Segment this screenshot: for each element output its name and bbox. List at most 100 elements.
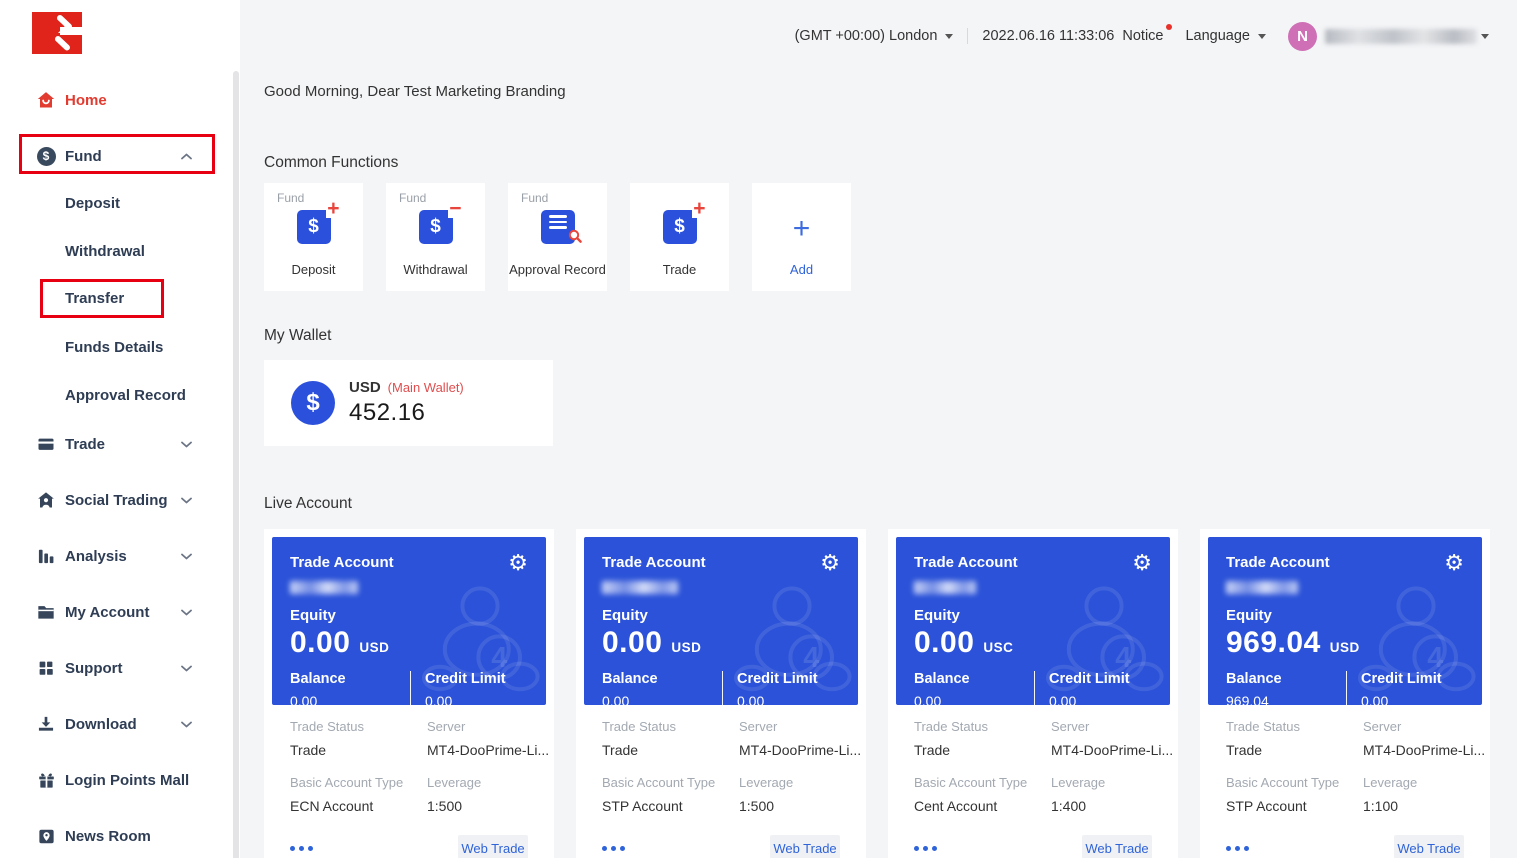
plus-badge-icon: + [326, 200, 340, 218]
account-card-body: Trade Status Trade Server MT4-DooPrime-Li.… [272, 705, 546, 858]
timezone-label: (GMT +00:00) London [795, 28, 938, 44]
function-card-approval-record[interactable]: Fund Approval Record [508, 183, 607, 291]
more-options-icon[interactable] [602, 846, 625, 851]
more-options-icon[interactable] [1226, 846, 1249, 851]
timezone-selector[interactable]: (GMT +00:00) London [795, 28, 954, 44]
equity-value: 969.04 [1226, 626, 1321, 660]
topbar: (GMT +00:00) London 2022.06.16 11:33:06 … [795, 20, 1489, 52]
sub-item-label: Deposit [65, 195, 120, 212]
home-icon [36, 90, 56, 110]
card-label: Deposit [264, 262, 363, 277]
sidebar-item-funds-details[interactable]: Funds Details [65, 327, 163, 367]
equity-value: 0.00 [290, 626, 350, 660]
credit-limit-label: Credit Limit [737, 671, 818, 687]
leverage-label: Leverage [1363, 775, 1464, 790]
brand-logo-icon[interactable] [32, 12, 82, 59]
account-card-body: Trade StatusTrade ServerMT4-DooPrime-Li.… [584, 705, 858, 858]
account-type-label: Basic Account Type [914, 775, 1051, 790]
sidebar-item-support[interactable]: Support [0, 644, 232, 692]
card-category: Fund [277, 191, 304, 205]
card-category: Fund [521, 191, 548, 205]
web-trade-button[interactable]: Web Trade [770, 835, 840, 858]
web-trade-button[interactable]: Web Trade [1082, 835, 1152, 858]
function-card-withdrawal[interactable]: Fund $− Withdrawal [386, 183, 485, 291]
sidebar-item-download[interactable]: Download [0, 700, 232, 748]
sidebar-item-fund[interactable]: $ Fund [0, 132, 232, 180]
trade-status-value: Trade [290, 742, 427, 758]
sidebar-item-analysis[interactable]: Analysis [0, 532, 232, 580]
trade-account-card: Trade Account ⚙ Equity 0.00 USD Balance … [264, 529, 554, 858]
card-label: Approval Record [508, 262, 607, 277]
user-menu[interactable] [1325, 29, 1489, 44]
trade-status-label: Trade Status [290, 719, 427, 734]
trade-account-title: Trade Account [1226, 554, 1330, 571]
sidebar-item-home[interactable]: Home [0, 76, 232, 124]
sidebar-item-social-trading[interactable]: Social Trading [0, 476, 232, 524]
download-icon [36, 714, 56, 734]
trade-fund-icon: $+ [663, 210, 697, 244]
news-room-pin-icon [36, 826, 56, 846]
username-redacted [1325, 29, 1477, 44]
server-label: Server [1051, 719, 1173, 734]
wallet-tag: (Main Wallet) [388, 380, 464, 395]
chevron-up-icon [181, 147, 192, 165]
chevron-down-icon [181, 435, 192, 453]
account-card-body: Trade StatusTrade ServerMT4-DooPrime-Li.… [896, 705, 1170, 858]
function-card-deposit[interactable]: Fund $+ Deposit [264, 183, 363, 291]
trade-account-title: Trade Account [914, 554, 1018, 571]
sidebar-item-label: My Account [65, 604, 149, 621]
sidebar-item-transfer[interactable]: Transfer [65, 278, 124, 318]
sidebar-item-label: News Room [65, 828, 151, 845]
chevron-down-icon [181, 659, 192, 677]
avatar[interactable]: N [1288, 22, 1317, 51]
sidebar-item-label: Trade [65, 436, 105, 453]
trade-status-value: Trade [1226, 742, 1363, 758]
credit-limit-label: Credit Limit [1361, 671, 1442, 687]
account-number-redacted [290, 581, 358, 594]
account-type-label: Basic Account Type [1226, 775, 1363, 790]
svg-text:4: 4 [1115, 642, 1131, 674]
function-card-trade[interactable]: $+ Trade [630, 183, 729, 291]
gift-icon [36, 770, 56, 790]
more-options-icon[interactable] [914, 846, 937, 851]
divider [410, 671, 411, 705]
balance-value: 0.00 [914, 693, 1034, 705]
sidebar-item-approval-record[interactable]: Approval Record [65, 375, 186, 415]
equity-currency: USD [671, 640, 701, 655]
sidebar-item-login-points-mall[interactable]: Login Points Mall [0, 756, 232, 804]
function-card-add[interactable]: + Add [752, 183, 851, 291]
card-label: Withdrawal [386, 262, 485, 277]
dashboard-page: Home $ Fund Deposit Withdrawal Transfer … [0, 0, 1517, 858]
wallet-balance: 452.16 [349, 399, 464, 427]
sidebar-item-trade[interactable]: Trade [0, 420, 232, 468]
sidebar-scrollbar[interactable] [233, 71, 239, 858]
account-type-value: Cent Account [914, 798, 1051, 814]
server-label: Server [427, 719, 549, 734]
live-account-row: Trade Account ⚙ Equity 0.00 USD Balance … [264, 529, 1490, 858]
account-type-value: ECN Account [290, 798, 427, 814]
server-value: MT4-DooPrime-Li... [1363, 742, 1485, 758]
chevron-down-icon [181, 603, 192, 621]
sidebar-item-news-room[interactable]: News Room [0, 812, 232, 858]
equity-value: 0.00 [602, 626, 662, 660]
magnifier-icon [567, 228, 583, 250]
web-trade-button[interactable]: Web Trade [458, 835, 528, 858]
wallet-card[interactable]: $ USD (Main Wallet) 452.16 [264, 360, 553, 446]
account-type-label: Basic Account Type [602, 775, 739, 790]
leverage-label: Leverage [427, 775, 528, 790]
greeting-text: Good Morning, Dear Test Marketing Brandi… [264, 83, 566, 100]
server-value: MT4-DooPrime-Li... [427, 742, 549, 758]
sidebar-item-deposit[interactable]: Deposit [65, 183, 120, 223]
trade-account-card: Trade Account ⚙ Equity 0.00 USD Balance … [576, 529, 866, 858]
language-label: Language [1185, 28, 1250, 44]
trade-status-label: Trade Status [1226, 719, 1363, 734]
sub-item-label: Funds Details [65, 339, 163, 356]
account-type-value: STP Account [1226, 798, 1363, 814]
language-selector[interactable]: Language [1185, 28, 1266, 44]
chevron-down-icon [1258, 34, 1266, 39]
more-options-icon[interactable] [290, 846, 313, 851]
sidebar-item-my-account[interactable]: My Account [0, 588, 232, 636]
web-trade-button[interactable]: Web Trade [1394, 835, 1464, 858]
notice-link[interactable]: Notice [1122, 28, 1163, 44]
sidebar-item-withdrawal[interactable]: Withdrawal [65, 231, 145, 271]
